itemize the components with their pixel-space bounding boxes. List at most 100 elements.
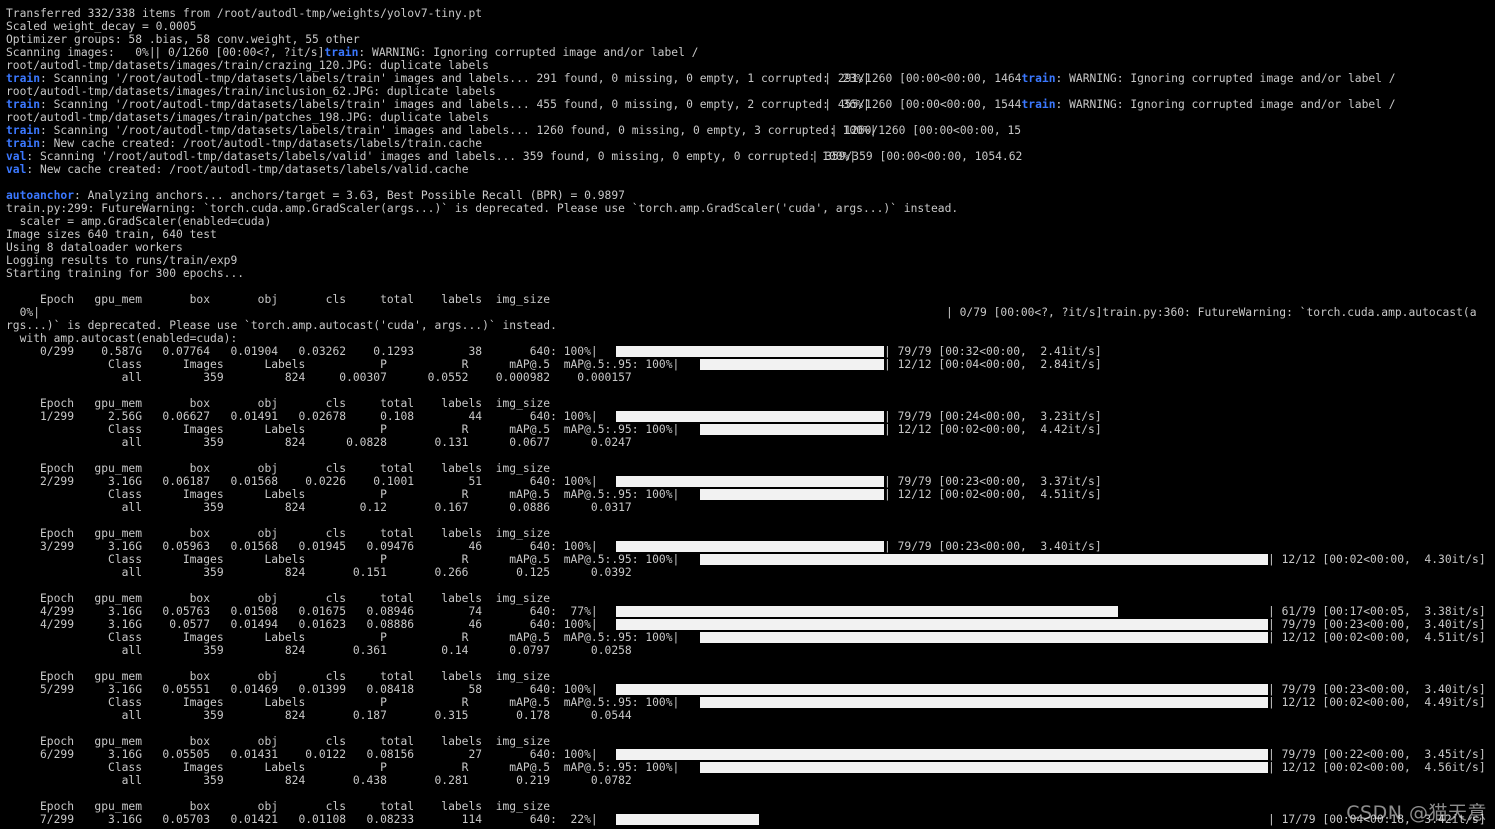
progress-stats-text: | 79/79 [00:22<00:00, 3.45it/s]	[1268, 748, 1486, 761]
log-line: root/autodl-tmp/datasets/images/train/in…	[6, 85, 496, 98]
progress-stats-text: | 359/359 [00:00<00:00, 1054.62	[811, 150, 1023, 163]
log-text: Class Images Labels P R mAP@.5 mAP@.5:.9…	[6, 358, 680, 371]
progress-bar	[700, 631, 1268, 644]
log-keyword: train	[6, 124, 41, 137]
log-text: : Analyzing anchors... anchors/target = …	[74, 189, 625, 202]
log-line: Transferred 332/338 items from /root/aut…	[6, 7, 482, 20]
log-text: Class Images Labels P R mAP@.5 mAP@.5:.9…	[6, 488, 680, 501]
log-text: Epoch gpu_mem box obj cls total labels i…	[6, 592, 551, 605]
log-line: Logging results to runs/train/exp9	[6, 254, 237, 267]
progress-bar	[700, 423, 884, 436]
progress-stats: | 79/79 [00:24<00:00, 3.23it/s]	[884, 410, 1102, 423]
log-text: all 359 824 0.438 0.281 0.219 0.0782	[6, 774, 632, 787]
log-text: all 359 824 0.151 0.266 0.125 0.0392	[6, 566, 632, 579]
progress-bar	[700, 696, 1268, 709]
log-keyword: train	[6, 72, 41, 85]
progress-stats: | 12/12 [00:02<00:00, 4.49it/s]	[1268, 696, 1486, 709]
log-line: Scanning images: 0%|	[6, 46, 156, 59]
log-text: 5/299 3.16G 0.05551 0.01469 0.01399 0.08…	[6, 683, 598, 696]
progress-bar-fill	[616, 476, 884, 487]
progress-stats: | 61/79 [00:17<00:05, 3.38it/s]	[1268, 605, 1486, 618]
log-text: Image sizes 640 train, 640 test	[6, 228, 217, 241]
progress-stats: | 0/79 [00:00<?, ?it/s]train.py:360: Fut…	[946, 306, 1477, 319]
progress-stats: | 12/12 [00:02<00:00, 4.51it/s]	[884, 488, 1102, 501]
log-text: root/autodl-tmp/datasets/images/train/pa…	[6, 111, 489, 124]
progress-stats-text: | 79/79 [00:23<00:00, 3.40it/s]	[1268, 683, 1486, 696]
progress-bar	[616, 748, 1268, 761]
log-line: train: Scanning '/root/autodl-tmp/datase…	[6, 98, 870, 111]
progress-stats-text: | 455/1260 [00:00<00:00, 1544	[824, 98, 1022, 111]
progress-bar	[616, 683, 1268, 696]
log-text: : Scanning '/root/autodl-tmp/datasets/la…	[26, 150, 857, 163]
log-text: Class Images Labels P R mAP@.5 mAP@.5:.9…	[6, 631, 680, 644]
log-line: rgs...)` is deprecated. Please use `torc…	[6, 319, 557, 332]
epoch-header-row: Epoch gpu_mem box obj cls total labels i…	[6, 670, 550, 683]
progress-stats-text: | 79/79 [00:23<00:00, 3.40it/s]	[884, 540, 1102, 553]
log-text: all 359 824 0.0828 0.131 0.0677 0.0247	[6, 436, 632, 449]
epoch-row: 0/299 0.587G 0.07764 0.01904 0.03262 0.1…	[6, 345, 598, 358]
progress-stats: | 12/12 [00:02<00:00, 4.42it/s]	[884, 423, 1102, 436]
progress-bar-fill	[616, 411, 884, 422]
epoch-header-row: Epoch gpu_mem box obj cls total labels i…	[6, 592, 550, 605]
epoch-header-row: Epoch gpu_mem box obj cls total labels i…	[6, 735, 550, 748]
progress-bar	[616, 410, 884, 423]
progress-bar-fill	[700, 359, 884, 370]
progress-bar	[616, 813, 1268, 826]
progress-stats: | 79/79 [00:32<00:00, 2.41it/s]	[884, 345, 1102, 358]
log-line: root/autodl-tmp/datasets/images/train/cr…	[6, 59, 489, 72]
epoch-row: all 359 824 0.0828 0.131 0.0677 0.0247	[6, 436, 632, 449]
epoch-row: 4/299 3.16G 0.0577 0.01494 0.01623 0.088…	[6, 618, 598, 631]
progress-stats: | 359/359 [00:00<00:00, 1054.62	[812, 150, 1023, 163]
progress-bar-fill	[700, 489, 884, 500]
progress-bar-fill	[700, 424, 884, 435]
progress-bar-fill	[616, 684, 1268, 695]
progress-bar	[616, 475, 884, 488]
log-text: : Scanning '/root/autodl-tmp/datasets/la…	[40, 98, 870, 111]
log-text: : Scanning '/root/autodl-tmp/datasets/la…	[40, 124, 877, 137]
epoch-row: 5/299 3.16G 0.05551 0.01469 0.01399 0.08…	[6, 683, 598, 696]
progress-bar	[700, 488, 884, 501]
log-text: Class Images Labels P R mAP@.5 mAP@.5:.9…	[6, 761, 680, 774]
log-line: Starting training for 300 epochs...	[6, 267, 244, 280]
log-line: train: Scanning '/root/autodl-tmp/datase…	[6, 124, 877, 137]
log-text: : WARNING: Ignoring corrupted image and/…	[1055, 98, 1396, 111]
epoch-header-row: Epoch gpu_mem box obj cls total labels i…	[6, 397, 550, 410]
log-text: 7/299 3.16G 0.05703 0.01421 0.01108 0.08…	[6, 813, 598, 826]
log-line: train: New cache created: /root/autodl-t…	[6, 137, 482, 150]
log-text: : WARNING: Ignoring corrupted image and/…	[358, 46, 699, 59]
progress-stats-text: | 291/1260 [00:00<00:00, 1464	[824, 72, 1022, 85]
progress-stats-text: | 1260/1260 [00:00<00:00, 15	[830, 124, 1022, 137]
log-keyword: autoanchor	[6, 189, 75, 202]
progress-stats: | 1260/1260 [00:00<00:00, 15	[831, 124, 1021, 137]
epoch-row: 3/299 3.16G 0.05963 0.01568 0.01945 0.09…	[6, 540, 598, 553]
log-line: with amp.autocast(enabled=cuda):	[6, 332, 238, 345]
epoch-row: Class Images Labels P R mAP@.5 mAP@.5:.9…	[6, 358, 679, 371]
log-text: : New cache created: /root/autodl-tmp/da…	[26, 163, 469, 176]
epoch-row: all 359 824 0.00307 0.0552 0.000982 0.00…	[6, 371, 632, 384]
progress-stats: | 12/12 [00:02<00:00, 4.30it/s]	[1268, 553, 1486, 566]
epoch-header-row: Epoch gpu_mem box obj cls total labels i…	[6, 462, 550, 475]
progress-stats-text: | 12/12 [00:02<00:00, 4.30it/s]	[1268, 553, 1486, 566]
log-text: Using 8 dataloader workers	[6, 241, 183, 254]
log-text: Starting training for 300 epochs...	[6, 267, 245, 280]
log-line: scaler = amp.GradScaler(enabled=cuda)	[6, 215, 272, 228]
log-text: 0/299 0.587G 0.07764 0.01904 0.03262 0.1…	[6, 345, 598, 358]
log-text: : WARNING: Ignoring corrupted image and/…	[1055, 72, 1396, 85]
log-text: all 359 824 0.12 0.167 0.0886 0.0317	[6, 501, 632, 514]
terminal-output: Transferred 332/338 items from /root/aut…	[0, 0, 1495, 829]
log-text: rgs...)` is deprecated. Please use `torc…	[6, 319, 557, 332]
progress-stats-text: | 12/12 [00:02<00:00, 4.51it/s]	[884, 488, 1102, 501]
log-keyword: val	[6, 150, 27, 163]
epoch-row: 7/299 3.16G 0.05703 0.01421 0.01108 0.08…	[6, 813, 598, 826]
epoch-row: all 359 824 0.151 0.266 0.125 0.0392	[6, 566, 632, 579]
log-text: Epoch gpu_mem box obj cls total labels i…	[6, 462, 551, 475]
epoch-row: all 359 824 0.361 0.14 0.0797 0.0258	[6, 644, 632, 657]
progress-bar-fill	[616, 814, 759, 825]
log-text: 4/299 3.16G 0.05763 0.01508 0.01675 0.08…	[6, 605, 598, 618]
epoch-row: all 359 824 0.12 0.167 0.0886 0.0317	[6, 501, 632, 514]
log-line: autoanchor: Analyzing anchors... anchors…	[6, 189, 625, 202]
log-line: Epoch gpu_mem box obj cls total labels i…	[6, 293, 550, 306]
progress-stats: | 291/1260 [00:00<00:00, 1464train: WARN…	[824, 72, 1395, 85]
progress-stats: | 12/12 [00:02<00:00, 4.56it/s]	[1268, 761, 1486, 774]
epoch-row: 6/299 3.16G 0.05505 0.01431 0.0122 0.081…	[6, 748, 598, 761]
